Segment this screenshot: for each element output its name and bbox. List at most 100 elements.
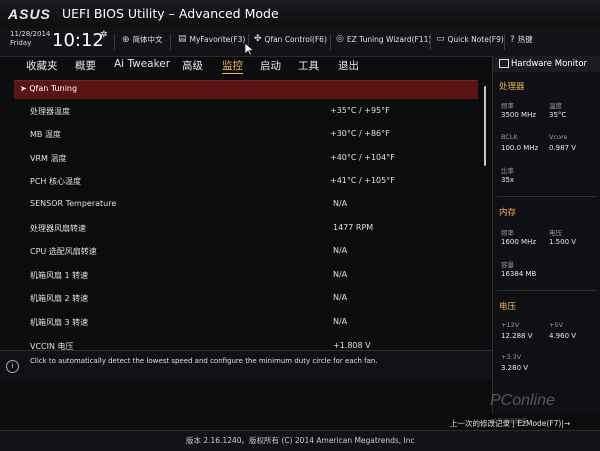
tab-exit[interactable]: 退出 <box>338 58 359 73</box>
v5-value: 4.960 V <box>549 332 577 340</box>
hotkey-button[interactable]: ? 热键 <box>510 34 533 45</box>
ratio-label: 比率 <box>501 167 514 175</box>
table-row[interactable]: 机箱风扇 3 转速 N/A <box>30 317 470 329</box>
hardware-monitor-header: Hardware Monitor <box>493 56 600 72</box>
table-row[interactable]: PCH 核心温度 +41°C / +105°F <box>30 176 470 188</box>
row-value: 1477 RPM <box>333 223 374 232</box>
qfan-control-button[interactable]: ✤ Qfan Control(F6) <box>254 34 327 44</box>
language-button[interactable]: ⊕ 简体中文 <box>122 34 163 45</box>
v12-value: 12.288 V <box>501 332 533 340</box>
section-divider <box>497 196 597 197</box>
myfavorite-button[interactable]: ▤ MyFavorite(F3) <box>178 34 245 44</box>
toolbar-divider <box>430 34 431 50</box>
tab-favorites[interactable]: 收藏夹 <box>26 58 58 73</box>
watermark-main: PConline <box>490 392 555 409</box>
help-text: Click to automatically detect the lowest… <box>30 357 378 365</box>
row-label: 处理器风扇转速 <box>30 224 86 233</box>
mouse-cursor-icon <box>245 43 254 56</box>
last-modified-ezmode-link[interactable]: 上一次的修改记录 | EzMode(F7)|→ <box>450 418 570 429</box>
footer: 版本 2.16.1240。版权所有 (C) 2014 American Mega… <box>0 430 600 451</box>
quick-note-label: Quick Note(F9) <box>447 34 504 44</box>
table-row[interactable]: VRM 温度 +40°C / +104°F <box>30 153 470 165</box>
qfan-tuning-row[interactable]: ➤ Qfan Tuning <box>14 80 478 99</box>
mem-cap-label: 容量 <box>501 261 514 269</box>
qfan-tuning-label: ➤ Qfan Tuning <box>20 84 78 93</box>
toolbar-divider <box>504 34 505 50</box>
tab-boot[interactable]: 启动 <box>260 58 281 73</box>
tab-advanced[interactable]: 高级 <box>182 58 203 73</box>
table-row[interactable]: 处理器风扇转速 1477 RPM <box>30 223 470 235</box>
cpu-section-title: 处理器 <box>499 82 525 92</box>
toolbar: 11/28/2014 Friday 10:12 ✲ ⊕ 简体中文 ▤ MyFav… <box>0 28 600 57</box>
quick-note-button[interactable]: ▭ Quick Note(F9) <box>436 34 504 44</box>
lower-panel <box>0 380 492 414</box>
row-value: N/A <box>333 199 348 208</box>
monitor-list: ➤ Qfan Tuning 处理器温度 +35°C / +95°F MB 温度 … <box>0 78 492 350</box>
mem-volt-label: 电压 <box>549 229 562 237</box>
row-value: +1.808 V <box>333 341 371 350</box>
table-row[interactable]: 机箱风扇 2 转速 N/A <box>30 293 470 305</box>
version-copyright: 版本 2.16.1240。版权所有 (C) 2014 American Mega… <box>186 436 415 445</box>
ez-tuning-wizard-button[interactable]: ◎ EZ Tuning Wizard(F11) <box>336 34 431 44</box>
row-label: VRM 温度 <box>30 154 67 163</box>
row-value: +40°C / +104°F <box>330 153 395 162</box>
clock-time: 10:12 <box>52 30 104 51</box>
tab-overview[interactable]: 概要 <box>75 58 96 73</box>
main-nav: 收藏夹 概要 Ai Tweaker 高级 监控 启动 工具 退出 <box>0 56 492 76</box>
v12-label: +12V <box>501 321 520 329</box>
star-icon: ▤ <box>178 34 187 44</box>
tab-monitor[interactable]: 监控 <box>222 58 243 74</box>
title-bar: ASUS UEFI BIOS Utility – Advanced Mode <box>0 0 600 28</box>
vcore-value: 0.987 V <box>549 144 577 152</box>
toolbar-divider <box>170 34 171 50</box>
globe-icon: ⊕ <box>122 34 130 45</box>
memory-section-title: 内存 <box>499 208 517 218</box>
row-value: N/A <box>333 317 348 326</box>
hotkey-icon: ? <box>510 34 515 45</box>
toolbar-divider <box>330 34 331 50</box>
row-value: +30°C / +86°F <box>330 129 390 138</box>
tab-ai-tweaker[interactable]: Ai Tweaker <box>114 58 170 70</box>
hotkey-label: 热键 <box>517 35 533 44</box>
row-label: 机箱风扇 3 转速 <box>30 318 89 327</box>
cpu-freq-value: 3500 MHz <box>501 111 537 119</box>
cpu-temp-label: 温度 <box>549 102 562 110</box>
list-scrollbar[interactable] <box>484 86 486 166</box>
voltage-section-title: 电压 <box>499 302 517 312</box>
section-divider <box>497 290 597 291</box>
row-value: N/A <box>333 246 348 255</box>
mem-cap-value: 16384 MB <box>501 270 537 278</box>
vcore-label: Vcore <box>549 133 568 141</box>
app-title: UEFI BIOS Utility – Advanced Mode <box>62 6 279 21</box>
help-bar: i Click to automatically detect the lowe… <box>0 350 492 381</box>
table-row[interactable]: MB 温度 +30°C / +86°F <box>30 129 470 141</box>
table-row[interactable]: 机箱风扇 1 转速 N/A <box>30 270 470 282</box>
v33-value: 3.280 V <box>501 364 529 372</box>
tab-tool[interactable]: 工具 <box>298 58 319 73</box>
asus-logo: ASUS <box>8 6 51 22</box>
note-icon: ▭ <box>436 34 445 44</box>
row-label: SENSOR Temperature <box>30 199 117 208</box>
cpu-temp-value: 35°C <box>549 111 567 119</box>
row-value: N/A <box>333 293 348 302</box>
ratio-value: 35x <box>501 176 515 184</box>
hardware-monitor-title: Hardware Monitor <box>511 59 588 69</box>
row-label: 处理器温度 <box>30 107 70 116</box>
bclk-value: 100.0 MHz <box>501 144 539 152</box>
cpu-freq-label: 频率 <box>501 102 514 110</box>
v5-label: +5V <box>549 321 564 329</box>
day-text: Friday <box>10 39 32 47</box>
language-label: 简体中文 <box>132 35 163 44</box>
row-label: MB 温度 <box>30 130 61 139</box>
table-row[interactable]: 处理器温度 +35°C / +95°F <box>30 106 470 118</box>
wizard-icon: ◎ <box>336 34 344 44</box>
table-row[interactable]: VCCIN 电压 +1.808 V <box>30 341 470 350</box>
myfavorite-label: MyFavorite(F3) <box>189 34 246 44</box>
mem-volt-value: 1.500 V <box>549 238 577 246</box>
bclk-label: BCLK <box>501 133 518 141</box>
table-row[interactable]: SENSOR Temperature N/A <box>30 199 470 211</box>
mem-freq-value: 1600 MHz <box>501 238 537 246</box>
gear-icon[interactable]: ✲ <box>100 30 108 40</box>
row-label: VCCIN 电压 <box>30 342 74 350</box>
table-row[interactable]: CPU 选配风扇转速 N/A <box>30 246 470 258</box>
